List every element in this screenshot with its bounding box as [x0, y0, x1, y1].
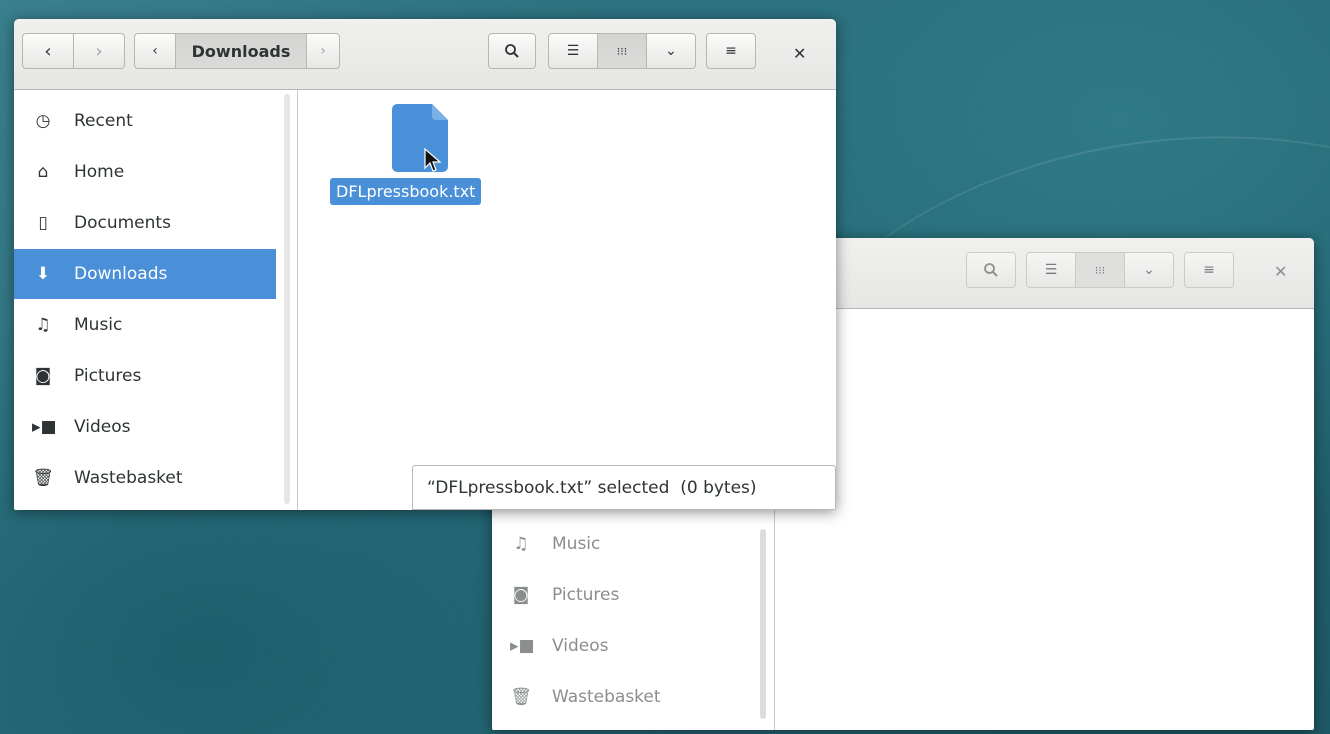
- path-button-downloads[interactable]: Downloads: [175, 33, 307, 69]
- search-button[interactable]: [488, 33, 536, 69]
- video-icon: ▸■: [32, 417, 57, 437]
- chevron-down-icon: ⌄: [665, 43, 677, 59]
- file-name-label[interactable]: DFLpressbook.txt: [330, 178, 482, 205]
- back-sidebar-item-pictures[interactable]: ◙ Pictures: [492, 570, 754, 620]
- sidebar-scrollbar[interactable]: [284, 94, 290, 504]
- sidebar-item-wastebasket[interactable]: 🗑 Wastebasket: [14, 453, 276, 503]
- chevron-down-icon: ⌄: [1143, 262, 1155, 278]
- back-search-button[interactable]: [966, 252, 1016, 288]
- back-view-options-button[interactable]: ⌄: [1124, 252, 1174, 288]
- view-controls: ☰ ⁝⁝⁝ ⌄: [548, 33, 696, 69]
- chevron-right-icon: ›: [320, 43, 326, 59]
- camera-icon: ◙: [512, 585, 530, 605]
- list-view-button[interactable]: ☰: [548, 33, 598, 69]
- list-icon: ☰: [566, 43, 580, 59]
- sidebar-item-label: Music: [74, 315, 123, 335]
- sidebar-item-label: Pictures: [74, 366, 142, 386]
- sidebar-item-recent[interactable]: ◷ Recent: [14, 96, 276, 146]
- sidebar: ◷ Recent ⌂ Home ▯ Documents ⬇ Downloads …: [14, 90, 298, 510]
- trash-icon: 🗑: [32, 468, 54, 488]
- back-grid-view-button[interactable]: ⁝⁝⁝: [1075, 252, 1125, 288]
- back-sidebar-label: Videos: [552, 636, 609, 656]
- back-sidebar-scrollbar[interactable]: [760, 529, 766, 719]
- hamburger-icon: ≡: [1203, 262, 1215, 278]
- back-sidebar-label: Wastebasket: [552, 687, 661, 707]
- clock-icon: ◷: [35, 111, 51, 131]
- back-sidebar-item-music[interactable]: ♫ Music: [492, 519, 754, 569]
- camera-icon: ◙: [34, 366, 52, 386]
- download-icon: ⬇: [35, 264, 51, 284]
- sidebar-item-home[interactable]: ⌂ Home: [14, 147, 276, 197]
- sidebar-item-label: Documents: [74, 213, 171, 233]
- search-icon: [984, 263, 998, 277]
- music-icon: ♫: [35, 315, 51, 335]
- header-bar: ‹ › ‹ Downloads › ☰ ⁝⁝⁝ ⌄ ≡ ✕: [14, 19, 836, 90]
- chevron-left-icon: ‹: [152, 43, 158, 59]
- path-scroll-left-button[interactable]: ‹: [134, 33, 176, 69]
- file-manager-window: ‹ › ‹ Downloads › ☰ ⁝⁝⁝ ⌄ ≡ ✕ ◷ Recent ⌂…: [14, 19, 836, 510]
- chevron-right-icon: ›: [95, 40, 103, 62]
- sidebar-item-label: Home: [74, 162, 125, 182]
- grid-icon: ⁝⁝⁝: [616, 44, 628, 58]
- status-text: “DFLpressbook.txt” selected (0 bytes): [427, 477, 757, 498]
- video-icon: ▸■: [510, 636, 535, 656]
- path-bar: ‹ Downloads ›: [134, 33, 340, 69]
- trash-icon: 🗑: [510, 687, 532, 707]
- sidebar-item-videos[interactable]: ▸■ Videos: [14, 402, 276, 452]
- grid-view-button[interactable]: ⁝⁝⁝: [597, 33, 647, 69]
- document-icon: ▯: [38, 213, 48, 233]
- back-button[interactable]: ‹: [22, 33, 74, 69]
- sidebar-item-music[interactable]: ♫ Music: [14, 300, 276, 350]
- menu-button[interactable]: ≡: [706, 33, 756, 69]
- sidebar-item-pictures[interactable]: ◙ Pictures: [14, 351, 276, 401]
- back-sidebar-item-wastebasket[interactable]: 🗑 Wastebasket: [492, 672, 754, 722]
- search-icon: [505, 44, 519, 58]
- sidebar-item-documents[interactable]: ▯ Documents: [14, 198, 276, 248]
- back-close-button[interactable]: ✕: [1274, 262, 1287, 281]
- back-sidebar-label: Pictures: [552, 585, 620, 605]
- grid-icon: ⁝⁝⁝: [1094, 263, 1106, 277]
- status-bar: “DFLpressbook.txt” selected (0 bytes): [412, 465, 836, 510]
- sidebar-item-label: Downloads: [74, 264, 168, 284]
- sidebar-item-label: Wastebasket: [74, 468, 183, 488]
- view-options-button[interactable]: ⌄: [646, 33, 696, 69]
- history-nav: ‹ ›: [22, 33, 125, 69]
- path-label: Downloads: [191, 41, 291, 61]
- home-icon: ⌂: [37, 162, 49, 182]
- sidebar-item-label: Recent: [74, 111, 133, 131]
- mouse-cursor-icon: [424, 148, 442, 172]
- hamburger-icon: ≡: [725, 43, 737, 59]
- path-scroll-right-button[interactable]: ›: [306, 33, 340, 69]
- list-icon: ☰: [1044, 262, 1058, 278]
- file-view: DFLpressbook.txt “DFLpressbook.txt” sele…: [298, 90, 836, 510]
- sidebar-item-downloads[interactable]: ⬇ Downloads: [14, 249, 276, 299]
- chevron-left-icon: ‹: [44, 40, 52, 62]
- close-button[interactable]: ✕: [793, 44, 806, 63]
- back-list-view-button[interactable]: ☰: [1026, 252, 1076, 288]
- back-sidebar-item-videos[interactable]: ▸■ Videos: [492, 621, 754, 671]
- back-sidebar-label: Music: [552, 534, 601, 554]
- sidebar-item-label: Videos: [74, 417, 131, 437]
- music-icon: ♫: [513, 534, 529, 554]
- forward-button[interactable]: ›: [73, 33, 125, 69]
- back-view-controls: ☰ ⁝⁝⁝ ⌄: [1026, 252, 1174, 288]
- back-menu-button[interactable]: ≡: [1184, 252, 1234, 288]
